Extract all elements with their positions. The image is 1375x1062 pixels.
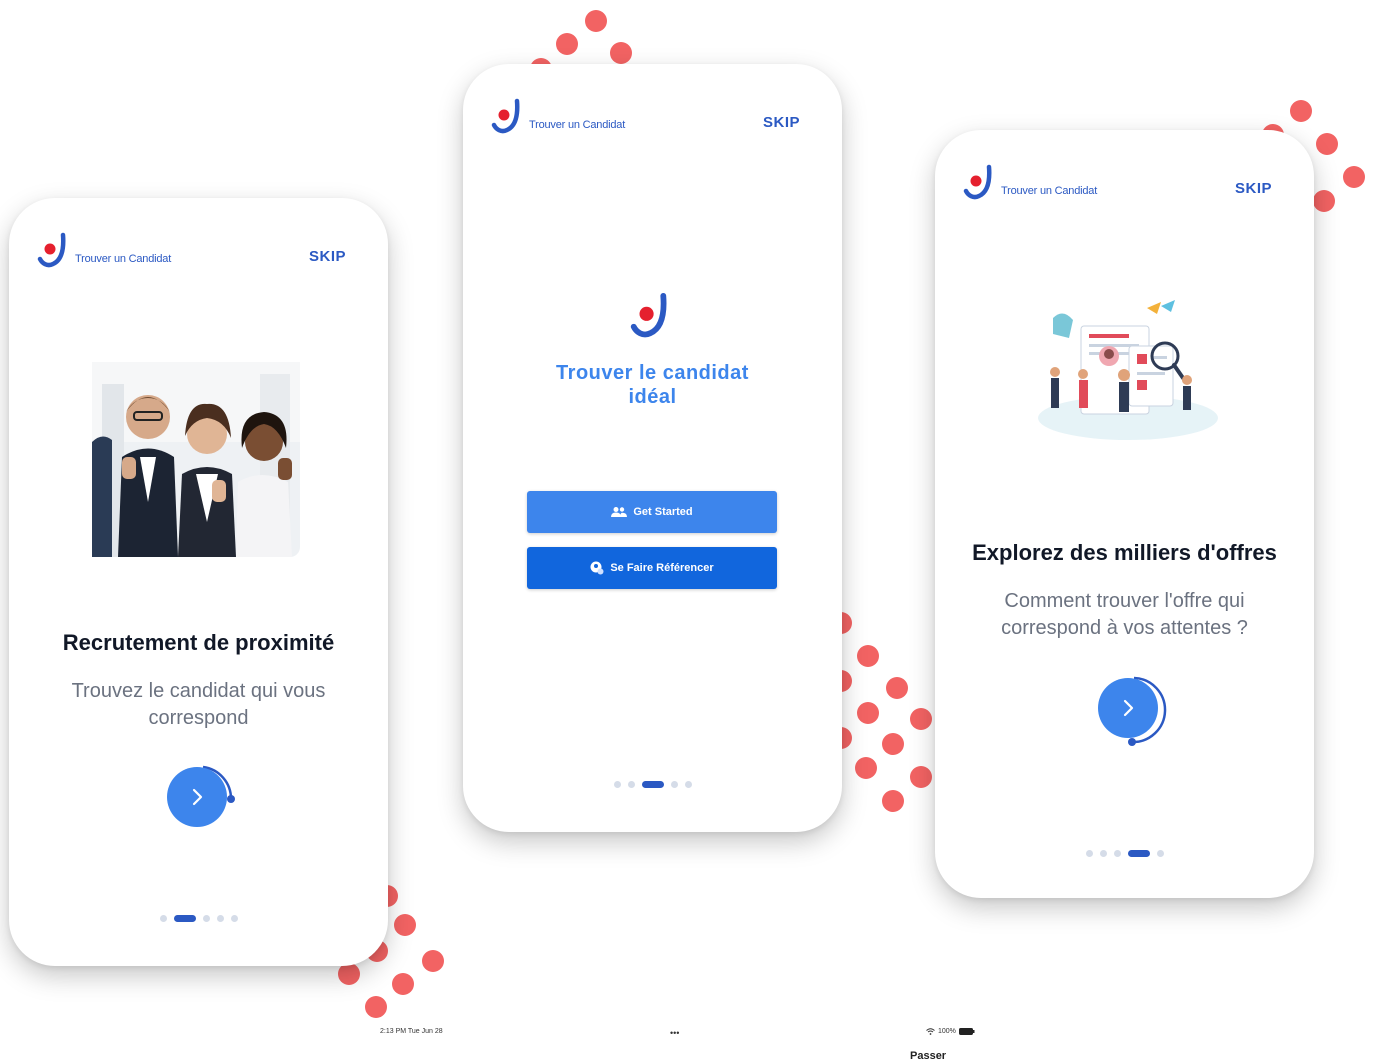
app-logo: Trouver un Candidat xyxy=(37,232,171,274)
referral-button[interactable]: Se Faire Référencer xyxy=(527,547,777,589)
page-dot xyxy=(613,781,621,788)
page-dot xyxy=(1113,850,1121,857)
recruitment-illustration xyxy=(1038,300,1218,440)
pagination-dots xyxy=(935,850,1314,857)
battery-icon xyxy=(958,1028,975,1035)
screen-title: Recrutement de proximité xyxy=(62,630,335,655)
screen-subtitle: Comment trouver l'offre qui correspond à… xyxy=(1001,590,1248,639)
page-dot-active xyxy=(641,781,664,788)
wifi-icon xyxy=(926,1028,935,1035)
logo-icon xyxy=(37,232,66,268)
onboarding-screen-proximity: Trouver un Candidat SKIP Recrutement de … xyxy=(9,198,388,966)
page-dot-active xyxy=(173,915,196,922)
skip-button[interactable]: SKIP xyxy=(1235,180,1272,197)
user-badge-icon xyxy=(590,561,604,575)
logo-icon xyxy=(963,164,992,200)
page-dot xyxy=(670,781,678,788)
page-dot xyxy=(627,781,635,788)
get-started-button[interactable]: Get Started xyxy=(527,491,777,533)
logo-icon xyxy=(491,98,520,134)
page-dot xyxy=(216,915,224,922)
skip-button[interactable]: SKIP xyxy=(309,248,346,265)
onboarding-screen-offers: Trouver un Candidat SKIP Explorez des mi… xyxy=(935,130,1314,898)
page-dot xyxy=(1085,850,1093,857)
logo-text: Trouver un Candidat xyxy=(1001,185,1098,197)
chevron-right-icon xyxy=(1123,699,1134,717)
screen-subtitle: Trouvez le candidat qui vous correspond xyxy=(71,680,326,729)
next-button[interactable] xyxy=(1090,670,1170,750)
screen-title: Explorez des milliers d'offres xyxy=(972,540,1277,565)
page-dot xyxy=(230,915,238,922)
users-icon xyxy=(611,507,628,517)
pagination-dots xyxy=(463,781,842,788)
page-dot xyxy=(1156,850,1164,857)
page-dot xyxy=(684,781,692,788)
status-dots: ••• xyxy=(670,1028,680,1038)
logo-large-icon xyxy=(630,292,667,338)
logo-text: Trouver un Candidat xyxy=(75,253,172,265)
pagination-dots xyxy=(9,915,388,922)
app-logo: Trouver un Candidat xyxy=(491,98,625,140)
passer-button[interactable]: Passer xyxy=(910,1050,946,1062)
status-battery: 100% xyxy=(926,1028,975,1035)
team-photo xyxy=(92,362,300,557)
skip-button[interactable]: SKIP xyxy=(763,114,800,131)
page-dot-active xyxy=(1127,850,1150,857)
next-button[interactable] xyxy=(159,759,239,839)
page-dot xyxy=(202,915,210,922)
status-time: 2:13 PM Tue Jun 28 xyxy=(380,1028,443,1035)
page-dot xyxy=(1099,850,1107,857)
logo-text: Trouver un Candidat xyxy=(529,119,626,131)
onboarding-screen-welcome: Trouver un Candidat SKIP Trouver le cand… xyxy=(463,64,842,832)
chevron-right-icon xyxy=(192,788,203,806)
welcome-title: Trouver le candidat idéal xyxy=(556,362,749,408)
app-logo: Trouver un Candidat xyxy=(963,164,1097,206)
page-dot xyxy=(159,915,167,922)
